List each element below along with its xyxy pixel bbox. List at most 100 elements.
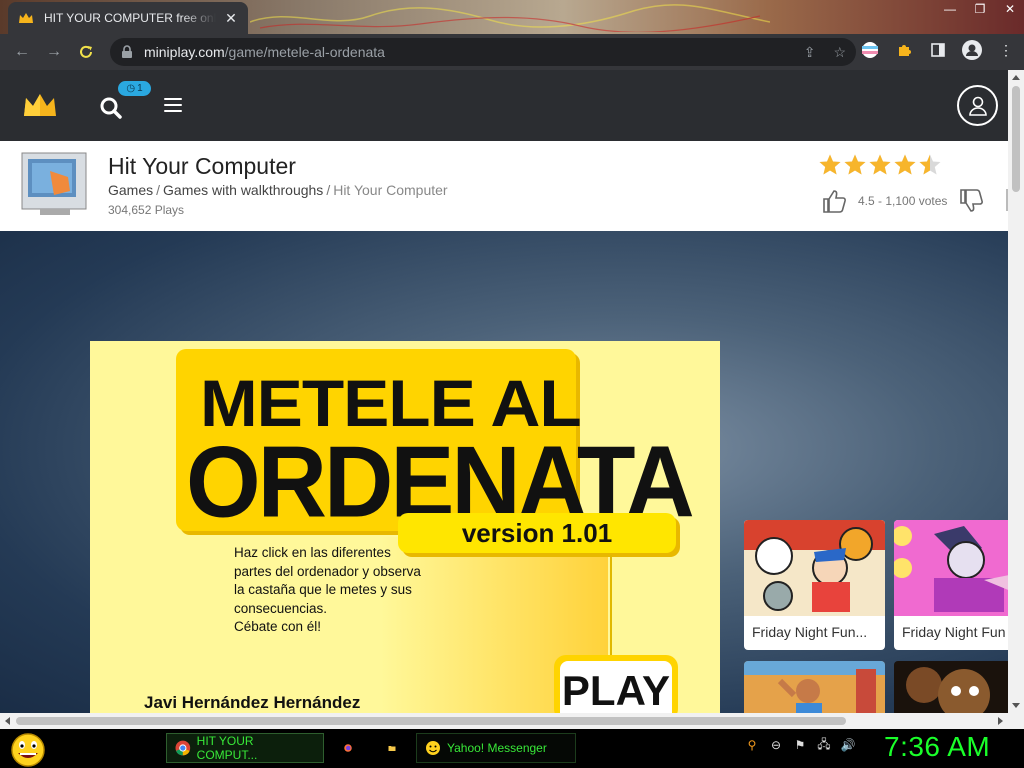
- yahoo-messenger-icon: [426, 741, 440, 755]
- browser-toolbar: ← → miniplay.com /game/metele-al-ordenat…: [0, 34, 1024, 70]
- game-frame[interactable]: METELE AL ORDENATA version 1.01 Haz clic…: [90, 341, 720, 713]
- vote-area: 4.5 - 1,100 votes: [820, 187, 985, 215]
- firefox-icon: [344, 744, 352, 752]
- breadcrumb-walkthroughs[interactable]: Games with walkthroughs: [163, 182, 323, 198]
- window-controls: — ❐ ✕: [942, 0, 1018, 18]
- taskbar-item-label: Yahoo! Messenger: [447, 741, 547, 755]
- related-game-label: Friday Night Fun...: [752, 624, 868, 640]
- scroll-down-icon[interactable]: [1012, 703, 1020, 708]
- notification-badge[interactable]: ◷ 1: [118, 81, 151, 96]
- url-host: miniplay.com: [144, 44, 225, 60]
- taskbar-item-messenger[interactable]: Yahoo! Messenger: [416, 733, 576, 763]
- url-path: /game/metele-al-ordenata: [224, 44, 385, 60]
- star-icon[interactable]: [843, 153, 867, 177]
- close-window-icon[interactable]: ✕: [1002, 2, 1018, 16]
- related-game-thumbnail: [894, 520, 1008, 616]
- reload-icon[interactable]: [70, 36, 102, 68]
- notification-count: 1: [137, 83, 143, 94]
- star-icon[interactable]: [818, 153, 842, 177]
- miniplay-crown-logo-icon[interactable]: [22, 92, 58, 118]
- browser-menu-icon[interactable]: ⋮: [996, 40, 1016, 60]
- user-account-icon[interactable]: [957, 85, 998, 126]
- breadcrumb-separator: /: [156, 182, 161, 198]
- hamburger-menu-icon[interactable]: [164, 98, 182, 112]
- bookmark-star-icon[interactable]: ☆: [833, 44, 846, 61]
- taskbar-clock[interactable]: 7:36 AM: [884, 731, 990, 763]
- forward-arrow-icon[interactable]: →: [38, 36, 70, 68]
- game-description: Haz click en las diferentes partes del o…: [234, 544, 444, 637]
- sidebar-icon[interactable]: [928, 40, 948, 60]
- lock-icon: [122, 45, 132, 58]
- star-icon[interactable]: [918, 153, 942, 177]
- star-icon[interactable]: [868, 153, 892, 177]
- folder-icon: [388, 746, 396, 751]
- star-rating[interactable]: [818, 153, 942, 177]
- tray-status-icon[interactable]: ⊖: [768, 737, 784, 753]
- related-game-thumbnail: [744, 520, 885, 616]
- description-line: Cébate con él!: [234, 619, 322, 634]
- description-line: la castaña que le metes y sus: [234, 582, 412, 597]
- play-button[interactable]: PLAY: [560, 661, 672, 713]
- thumbs-up-icon[interactable]: [820, 187, 848, 215]
- browser-tab-active[interactable]: HIT YOUR COMPUTER free online ✕: [8, 2, 248, 34]
- connector-line: [610, 555, 612, 665]
- related-game-thumbnail[interactable]: [894, 661, 1008, 713]
- extensions-area: ⋮: [860, 40, 1016, 60]
- game-info-bar: Hit Your Computer Games / Games with walkt…: [0, 141, 1008, 231]
- taskbar-firefox[interactable]: [336, 733, 366, 763]
- breadcrumb-separator: /: [326, 182, 331, 198]
- clock-icon: ◷: [126, 83, 136, 94]
- taskbar: HIT YOUR COMPUT... Yahoo! Messenger ⚲ ⊖ …: [0, 729, 1024, 768]
- tray-flag-icon[interactable]: ⚑: [792, 737, 808, 753]
- game-author: Javi Hernández Hernández: [144, 693, 361, 712]
- minimize-icon[interactable]: —: [942, 2, 958, 16]
- site-header: ◷ 1: [0, 70, 1008, 141]
- chrome-icon: [175, 740, 191, 756]
- game-title: Hit Your Computer: [108, 153, 296, 179]
- tray-search-icon[interactable]: ⚲: [744, 737, 760, 753]
- rating-text: 4.5 - 1,100 votes: [858, 194, 948, 208]
- scroll-up-icon[interactable]: [1012, 75, 1020, 80]
- crown-favicon-icon: [19, 13, 33, 23]
- breadcrumb-games[interactable]: Games: [108, 182, 153, 198]
- related-game-thumbnail[interactable]: [744, 661, 885, 713]
- horizontal-scroll-thumb[interactable]: [16, 717, 846, 725]
- tab-close-icon[interactable]: ✕: [222, 10, 240, 27]
- address-bar[interactable]: miniplay.com /game/metele-al-ordenata ⇪ …: [110, 38, 856, 66]
- breadcrumb: Games / Games with walkthroughs / Hit Your C…: [108, 182, 448, 198]
- description-line: consecuencias.: [234, 600, 328, 616]
- desktop-wallpaper-scribble: [250, 4, 770, 32]
- description-line: partes del ordenador y observa: [234, 563, 421, 579]
- tray-network-icon[interactable]: 🖧: [816, 737, 832, 753]
- game-area-background: METELE AL ORDENATA version 1.01 Haz clic…: [0, 231, 1008, 713]
- vertical-scroll-thumb[interactable]: [1012, 86, 1020, 192]
- search-icon[interactable]: [99, 96, 123, 120]
- puzzle-extensions-icon[interactable]: [894, 40, 914, 60]
- related-game-label: Friday Night Fun: [902, 624, 1006, 640]
- scroll-right-icon[interactable]: [998, 717, 1003, 725]
- tab-title: HIT YOUR COMPUTER free online: [44, 11, 216, 25]
- play-count: 304,652 Plays: [108, 203, 185, 217]
- restore-icon[interactable]: ❐: [972, 2, 988, 16]
- taskbar-item-browser[interactable]: HIT YOUR COMPUT...: [166, 733, 324, 763]
- browser-tabstrip: HIT YOUR COMPUTER free online ✕ — ❐ ✕: [0, 0, 1024, 34]
- scroll-left-icon[interactable]: [5, 717, 10, 725]
- tray-volume-icon[interactable]: 🔊: [840, 737, 856, 753]
- vertical-scrollbar[interactable]: [1008, 70, 1024, 713]
- screen: { "browser": { "tab_title": "HIT YOUR CO…: [0, 0, 1024, 768]
- horizontal-scrollbar[interactable]: [0, 713, 1024, 729]
- back-arrow-icon[interactable]: ←: [6, 36, 38, 68]
- smiley-start-icon[interactable]: [8, 731, 48, 767]
- share-icon[interactable]: ⇪: [804, 44, 816, 61]
- thumbs-down-icon[interactable]: [957, 187, 985, 215]
- related-game-card[interactable]: Friday Night Fun: [894, 520, 1008, 650]
- related-game-card[interactable]: Friday Night Fun...: [744, 520, 885, 650]
- star-icon[interactable]: [893, 153, 917, 177]
- game-thumbnail[interactable]: [20, 151, 88, 219]
- profile-avatar-icon[interactable]: [962, 40, 982, 60]
- taskbar-item-label: HIT YOUR COMPUT...: [196, 734, 258, 762]
- taskbar-folder[interactable]: [380, 733, 410, 763]
- breadcrumb-current: Hit Your Computer: [333, 182, 448, 198]
- description-line: Haz click en las diferentes: [234, 545, 391, 560]
- flag-extension-icon[interactable]: [860, 40, 880, 60]
